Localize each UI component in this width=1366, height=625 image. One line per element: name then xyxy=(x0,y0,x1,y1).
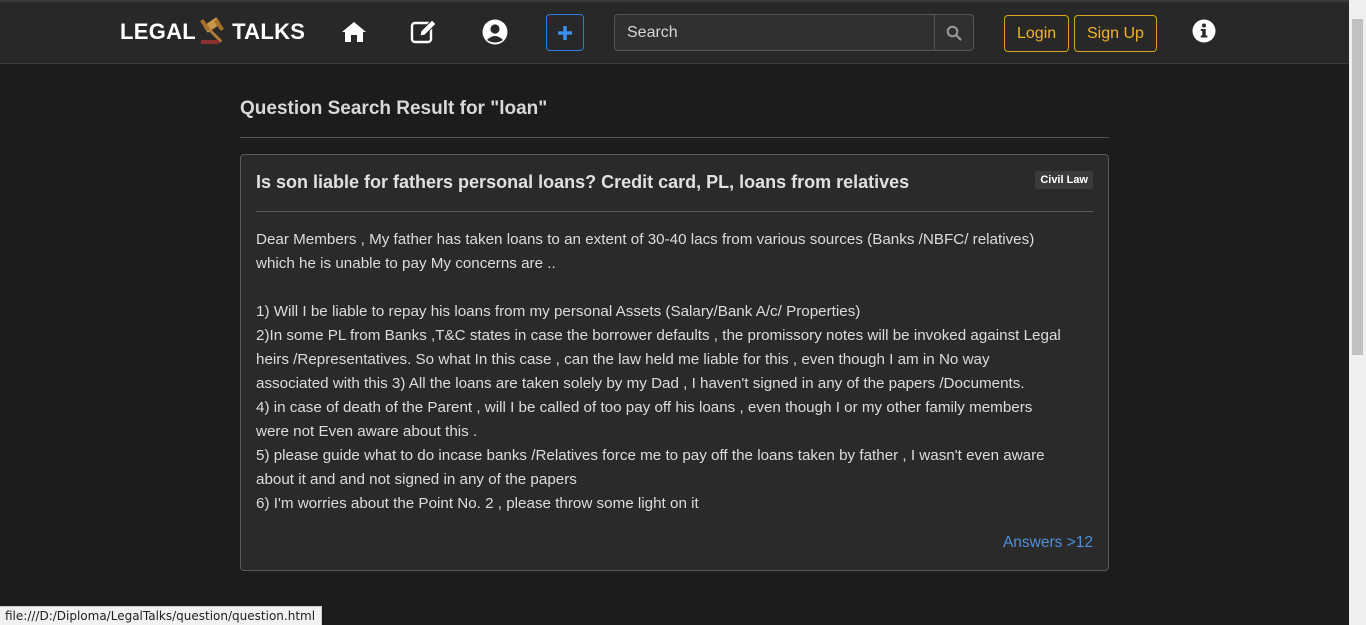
body-line xyxy=(256,276,1101,300)
page-scrollbar[interactable] xyxy=(1349,0,1366,625)
page-title: Question Search Result for "loan" xyxy=(240,98,548,119)
user-profile-icon[interactable] xyxy=(480,17,510,47)
body-line: heirs /Representatives. So what In this … xyxy=(256,351,990,368)
search-icon xyxy=(946,25,962,41)
plus-icon xyxy=(558,25,572,40)
search-bar xyxy=(614,14,974,51)
login-button[interactable]: Login xyxy=(1004,15,1070,52)
brand-logo[interactable]: LEGAL TALKS xyxy=(120,17,306,45)
body-line: Dear Members , My father has taken loans… xyxy=(256,231,1035,248)
card-divider xyxy=(256,211,1093,212)
brand-text-right: TALKS xyxy=(232,19,306,44)
navbar-top-line xyxy=(0,0,1349,2)
body-line: were not Even aware about this . xyxy=(256,423,478,440)
info-icon[interactable] xyxy=(1189,16,1219,46)
body-line: about it and and not signed in any of th… xyxy=(256,471,577,488)
signup-button[interactable]: Sign Up xyxy=(1074,15,1157,52)
add-question-button[interactable] xyxy=(546,14,584,51)
body-line: which he is unable to pay My concerns ar… xyxy=(256,255,556,272)
body-line: 5) please guide what to do incase banks … xyxy=(256,447,1045,464)
category-badge: Civil Law xyxy=(1035,171,1093,189)
body-line: 6) I'm worries about the Point No. 2 , p… xyxy=(256,495,699,512)
home-icon[interactable] xyxy=(339,17,369,47)
question-body: Dear Members , My father has taken loans… xyxy=(256,228,1101,516)
answers-link[interactable]: Answers >12 xyxy=(1003,534,1093,552)
browser-status-bar: file:///D:/Diploma/LegalTalks/question/q… xyxy=(0,606,323,625)
title-divider xyxy=(240,137,1109,138)
gavel-icon xyxy=(200,17,224,44)
search-button[interactable] xyxy=(934,14,974,51)
body-line: associated with this 3) All the loans ar… xyxy=(256,375,1025,392)
body-line: 2)In some PL from Banks ,T&C states in c… xyxy=(256,327,1061,344)
brand-text-left: LEGAL xyxy=(120,19,197,44)
search-input[interactable] xyxy=(614,14,934,51)
body-line: 1) Will I be liable to repay his loans f… xyxy=(256,303,861,320)
navbar: LEGAL TALKS Search Login Sign Up xyxy=(0,0,1349,64)
edit-icon[interactable] xyxy=(409,17,439,47)
question-card: Is son liable for fathers personal loans… xyxy=(240,154,1109,571)
question-title[interactable]: Is son liable for fathers personal loans… xyxy=(256,172,1026,193)
body-line: 4) in case of death of the Parent , will… xyxy=(256,399,1033,416)
scrollbar-thumb[interactable] xyxy=(1352,19,1363,355)
